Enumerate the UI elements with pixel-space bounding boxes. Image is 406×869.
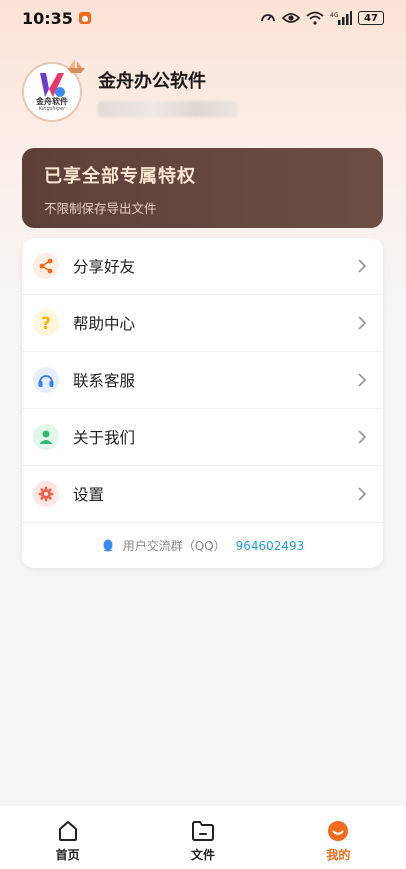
wifi-icon — [306, 11, 324, 25]
profile-section[interactable]: 金舟软件 Kingshiper 金舟办公软件 — [22, 59, 238, 122]
tab-home[interactable]: 首页 — [0, 806, 135, 869]
smile-icon — [328, 821, 349, 841]
tab-files[interactable]: 文件 — [135, 806, 270, 869]
svg-text:?: ? — [41, 314, 51, 332]
eye-icon — [282, 13, 300, 23]
status-icons: 4G 47 — [260, 10, 384, 26]
vip-privilege-card[interactable]: 已享全部专属特权 不限制保存导出文件 — [22, 148, 383, 228]
menu-label-settings: 设置 — [73, 486, 105, 504]
menu-card: 分享好友 ? 帮助中心 联系客服 关于我们 设置 用户交流群（QQ） 96460… — [22, 238, 383, 568]
avatar-subname: Kingshiper — [38, 105, 66, 112]
chevron-right-icon — [358, 430, 367, 444]
kingshiper-logo-icon — [40, 72, 65, 97]
tab-label-home: 首页 — [55, 848, 80, 862]
chevron-right-icon — [358, 373, 367, 387]
battery-indicator: 47 — [358, 11, 384, 25]
vip-title: 已享全部专属特权 — [44, 166, 196, 187]
qq-penguin-icon — [102, 539, 113, 551]
profile-text: 金舟办公软件 — [98, 67, 238, 117]
boat-badge-icon — [67, 59, 85, 73]
tab-label-mine: 我的 — [326, 848, 351, 862]
menu-label-support: 联系客服 — [73, 372, 136, 390]
avatar[interactable]: 金舟软件 Kingshiper — [22, 59, 85, 122]
home-icon — [58, 821, 77, 841]
speedometer-icon — [261, 14, 275, 22]
chevron-right-icon — [358, 487, 367, 501]
folder-icon — [191, 821, 214, 841]
tab-label-files: 文件 — [190, 848, 215, 862]
status-time: 10:35 — [22, 8, 73, 28]
headset-icon — [33, 367, 59, 393]
menu-label-help: 帮助中心 — [73, 315, 136, 333]
user-icon — [33, 424, 59, 450]
gear-icon — [33, 481, 59, 507]
tab-mine[interactable]: 我的 — [271, 806, 406, 869]
status-bar: 10:35 ● 4G 47 — [0, 0, 406, 36]
share-icon — [33, 253, 59, 279]
svg-text:4G: 4G — [330, 12, 339, 19]
menu-item-help[interactable]: ? 帮助中心 — [22, 295, 383, 352]
qq-group-row[interactable]: 用户交流群（QQ） 964602493 — [22, 537, 383, 554]
vip-subtitle: 不限制保存导出文件 — [44, 201, 157, 216]
menu-label-share: 分享好友 — [73, 258, 136, 276]
qq-group-label: 用户交流群（QQ） — [122, 539, 226, 553]
menu-item-support[interactable]: 联系客服 — [22, 352, 383, 409]
signal-icon: 4G — [330, 11, 352, 25]
app-name: 金舟办公软件 — [98, 71, 206, 92]
notification-icon: ● — [78, 12, 91, 24]
help-icon: ? — [33, 310, 59, 336]
menu-item-settings[interactable]: 设置 — [22, 466, 383, 523]
chevron-right-icon — [358, 316, 367, 330]
menu-label-about: 关于我们 — [73, 429, 136, 447]
menu-item-share[interactable]: 分享好友 — [22, 238, 383, 295]
menu-item-about[interactable]: 关于我们 — [22, 409, 383, 466]
avatar-name: 金舟软件 — [36, 96, 68, 106]
bottom-tab-bar: 首页 文件 我的 — [0, 806, 406, 869]
blurred-account-id — [98, 101, 238, 117]
qq-group-number[interactable]: 964602493 — [236, 539, 305, 553]
chevron-right-icon — [358, 259, 367, 273]
